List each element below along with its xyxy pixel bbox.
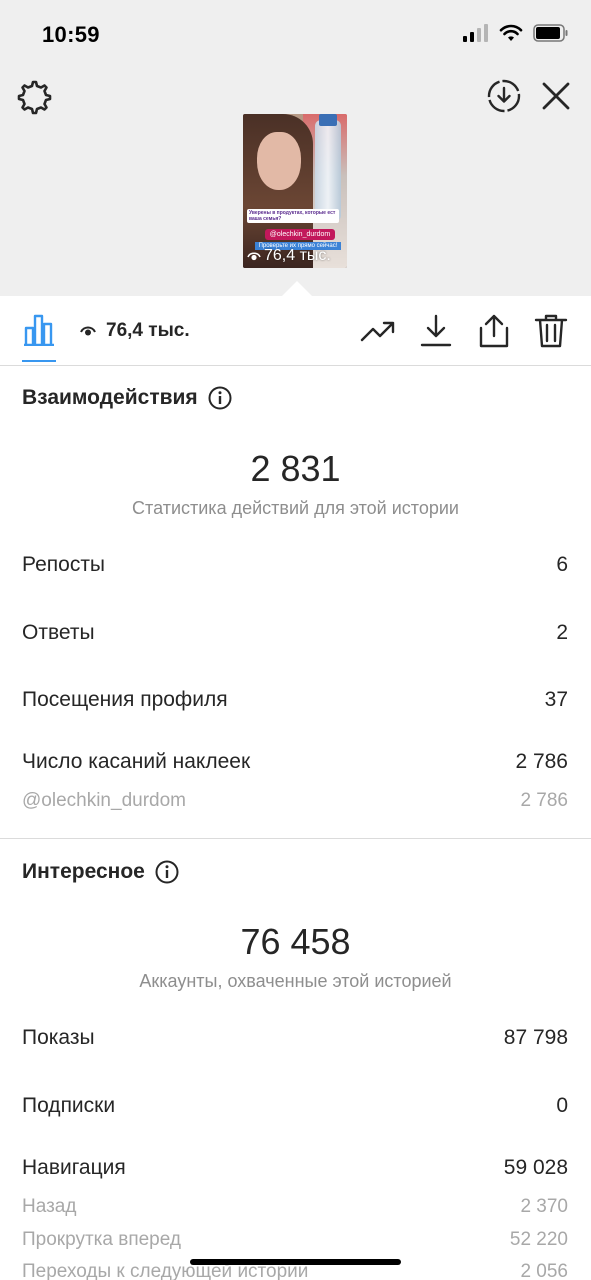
sub-row-value: 52 220 xyxy=(509,1229,568,1250)
row-label: Показы xyxy=(22,1026,95,1049)
toolbar-views: 76,4 тыс. xyxy=(80,320,190,342)
signal-icon xyxy=(463,24,488,42)
row-value: 0 xyxy=(556,1094,568,1117)
battery-icon xyxy=(533,24,568,42)
promote-trending-icon[interactable] xyxy=(360,314,396,348)
save-story-icon[interactable] xyxy=(486,78,522,114)
wifi-icon xyxy=(499,24,523,41)
interactions-row: Репосты 6 xyxy=(22,553,568,577)
section-divider xyxy=(0,838,591,839)
insights-chart-icon[interactable] xyxy=(22,314,56,346)
row-value: 2 786 xyxy=(515,750,568,773)
sub-row-label: @olechkin_durdom xyxy=(22,790,186,811)
row-value: 2 xyxy=(556,621,568,644)
interactions-total: 2 831 xyxy=(250,448,341,489)
info-icon[interactable] xyxy=(155,860,179,884)
row-label: Подписки xyxy=(22,1094,116,1117)
discovery-subtitle: Аккаунты, охваченные этой историей xyxy=(139,971,452,991)
discovery-title: Интересное xyxy=(22,860,145,883)
story-thumbnail[interactable]: Уверены в продуктах, которые ест ваша се… xyxy=(243,114,347,268)
info-icon[interactable] xyxy=(208,386,232,410)
thumbnail-views-count: 76,4 тыс. xyxy=(264,247,331,264)
row-label: Репосты xyxy=(22,553,106,576)
interactions-sub-row: @olechkin_durdom 2 786 xyxy=(22,790,568,812)
interactions-row: Ответы 2 xyxy=(22,621,568,645)
discovery-sub-row: Прокрутка вперед 52 220 xyxy=(22,1229,568,1251)
share-icon[interactable] xyxy=(476,314,512,348)
sub-row-value: 2 056 xyxy=(520,1261,568,1280)
close-icon[interactable] xyxy=(540,80,572,112)
thumbnail-pointer xyxy=(282,281,312,296)
story-header: 10:59 Уверены в продуктах, которые ест в… xyxy=(0,0,591,296)
eye-icon xyxy=(80,326,96,336)
question-sticker: Уверены в продуктах, которые ест ваша се… xyxy=(247,209,339,223)
delete-trash-icon[interactable] xyxy=(533,314,569,348)
interactions-row: Число касаний наклеек 2 786 xyxy=(22,750,568,774)
discovery-title-row: Интересное xyxy=(22,860,179,884)
download-icon[interactable] xyxy=(418,314,454,348)
row-value: 87 798 xyxy=(503,1026,568,1049)
row-value: 59 028 xyxy=(503,1156,568,1179)
thumbnail-bottle-cap xyxy=(319,114,337,126)
row-value: 6 xyxy=(556,553,568,576)
eye-icon xyxy=(247,252,261,261)
interactions-subtitle: Статистика действий для этой истории xyxy=(132,498,459,518)
discovery-row: Подписки 0 xyxy=(22,1094,568,1118)
discovery-sub-row: Назад 2 370 xyxy=(22,1196,568,1218)
row-value: 37 xyxy=(544,688,568,711)
thumbnail-bottle xyxy=(315,120,341,220)
insights-toolbar: 76,4 тыс. xyxy=(0,296,591,366)
sub-row-label: Прокрутка вперед xyxy=(22,1229,181,1250)
thumbnail-views: 76,4 тыс. xyxy=(247,247,331,265)
toolbar-views-count: 76,4 тыс. xyxy=(106,320,190,341)
sub-row-label: Назад xyxy=(22,1196,77,1217)
discovery-total: 76 458 xyxy=(240,921,351,962)
sub-row-value: 2 786 xyxy=(520,790,568,811)
status-time: 10:59 xyxy=(42,22,100,47)
active-tab-indicator xyxy=(22,360,56,362)
discovery-row: Показы 87 798 xyxy=(22,1026,568,1050)
interactions-title-row: Взаимодействия xyxy=(22,386,232,410)
interactions-title: Взаимодействия xyxy=(22,386,198,409)
settings-gear-icon[interactable] xyxy=(14,78,52,116)
interactions-row: Посещения профиля 37 xyxy=(22,688,568,712)
home-indicator[interactable] xyxy=(190,1259,401,1265)
row-label: Ответы xyxy=(22,621,95,644)
row-label: Посещения профиля xyxy=(22,688,228,711)
thumbnail-face xyxy=(257,132,301,190)
row-label: Навигация xyxy=(22,1156,126,1179)
row-label: Число касаний наклеек xyxy=(22,750,251,773)
sub-row-value: 2 370 xyxy=(520,1196,568,1217)
discovery-row: Навигация 59 028 xyxy=(22,1156,568,1180)
status-indicators xyxy=(463,24,569,42)
mention-sticker: @olechkin_durdom xyxy=(265,229,335,240)
